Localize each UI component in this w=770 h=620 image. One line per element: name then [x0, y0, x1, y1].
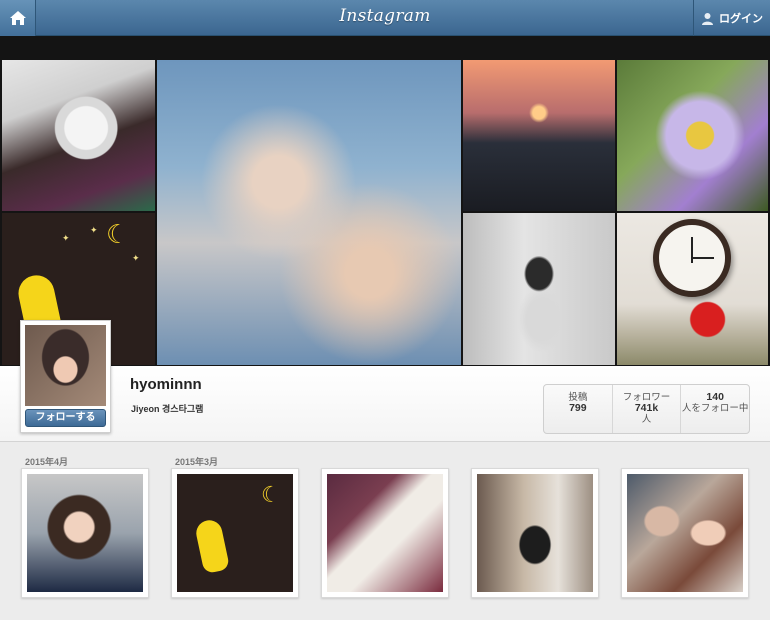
stat-suffix: 人 [641, 414, 652, 425]
cover-photo[interactable] [617, 213, 768, 365]
following-stat[interactable]: 140 人をフォロー中 [681, 385, 749, 433]
followers-stat[interactable]: フォロワー 741k 人 [613, 385, 682, 433]
stat-value: 741k [634, 402, 659, 414]
top-navigation-bar: Instagram ログイン [0, 0, 770, 36]
profile-card: フォローする [20, 320, 111, 433]
cover-photo-grid: ☾ ✦ ✦ ✦ [0, 58, 770, 366]
user-icon [702, 12, 713, 25]
instagram-logo[interactable]: Instagram [0, 6, 770, 26]
post-image [27, 474, 143, 592]
month-label: 2015年4月 [25, 457, 69, 467]
cover-photo[interactable] [2, 60, 155, 211]
header-strip [0, 36, 770, 58]
cover-photo[interactable] [617, 60, 768, 211]
login-label: ログイン [719, 13, 763, 25]
profile-username: hyominnn [130, 376, 202, 393]
moon-icon: ☾ [106, 219, 130, 249]
post-thumbnail[interactable] [471, 468, 599, 598]
star-icon: ✦ [90, 225, 98, 235]
post-thumbnail[interactable] [21, 468, 149, 598]
cover-photo[interactable] [463, 60, 615, 211]
follow-button[interactable]: フォローする [25, 409, 106, 427]
clock-illustration [653, 219, 731, 297]
post-thumbnail[interactable] [621, 468, 749, 598]
post-thumbnail[interactable]: ☾ [171, 468, 299, 598]
post-image [627, 474, 743, 592]
cover-photo[interactable] [463, 213, 615, 365]
profile-fullname: Jiyeon 경스타그램 [131, 404, 204, 414]
login-button[interactable]: ログイン [693, 0, 770, 36]
post-image: ☾ [177, 474, 293, 592]
stat-value: 140 [706, 391, 724, 403]
star-icon: ✦ [62, 233, 70, 243]
stat-label: 人をフォロー中 [681, 403, 749, 414]
post-thumbnail[interactable] [321, 468, 449, 598]
banana-illustration [193, 517, 231, 575]
cover-photo[interactable] [157, 60, 461, 365]
month-label: 2015年3月 [175, 457, 219, 467]
posts-count-stat[interactable]: 投稿 799 [544, 385, 613, 433]
post-image [327, 474, 443, 592]
post-image [477, 474, 593, 592]
star-icon: ✦ [132, 253, 140, 263]
moon-icon: ☾ [261, 482, 281, 507]
stat-value: 799 [569, 402, 587, 414]
profile-stats: 投稿 799 フォロワー 741k 人 140 人をフォロー中 [543, 384, 750, 434]
avatar[interactable] [25, 325, 106, 406]
